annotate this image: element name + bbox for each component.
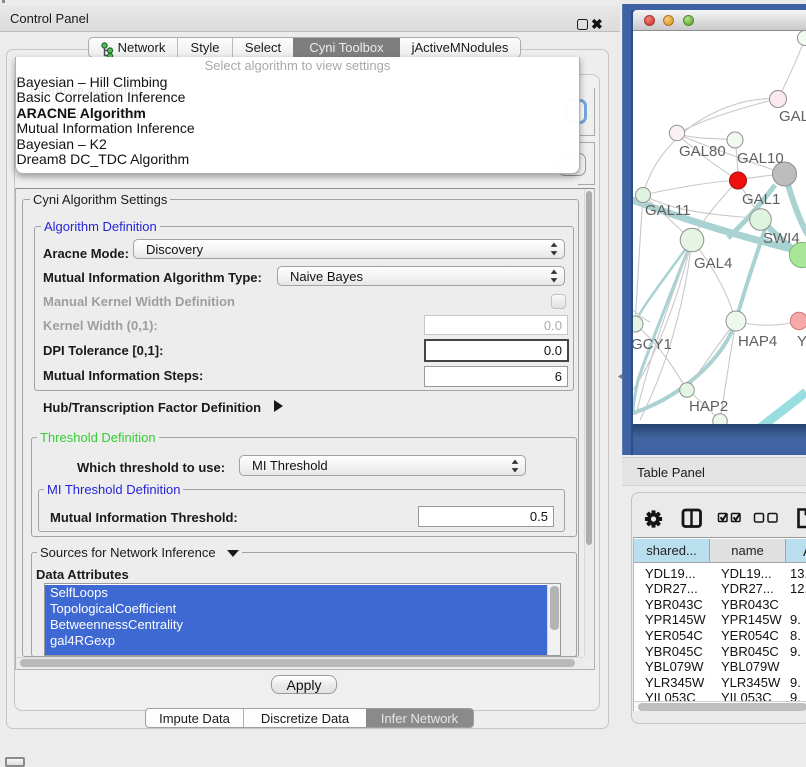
- svg-text:GAL7: GAL7: [779, 108, 806, 125]
- svg-text:GCY1: GCY1: [633, 336, 672, 353]
- svg-text:HAP4: HAP4: [738, 333, 777, 350]
- svg-text:GAL80: GAL80: [679, 143, 726, 160]
- svg-text:GAL4: GAL4: [694, 255, 732, 272]
- svg-text:GAL10: GAL10: [737, 150, 784, 167]
- svg-text:SWI4: SWI4: [763, 230, 800, 247]
- svg-text:GAL11: GAL11: [645, 202, 691, 219]
- svg-text:HAP2: HAP2: [689, 398, 728, 415]
- svg-text:Y: Y: [797, 333, 806, 350]
- svg-text:GAL1: GAL1: [742, 191, 780, 208]
